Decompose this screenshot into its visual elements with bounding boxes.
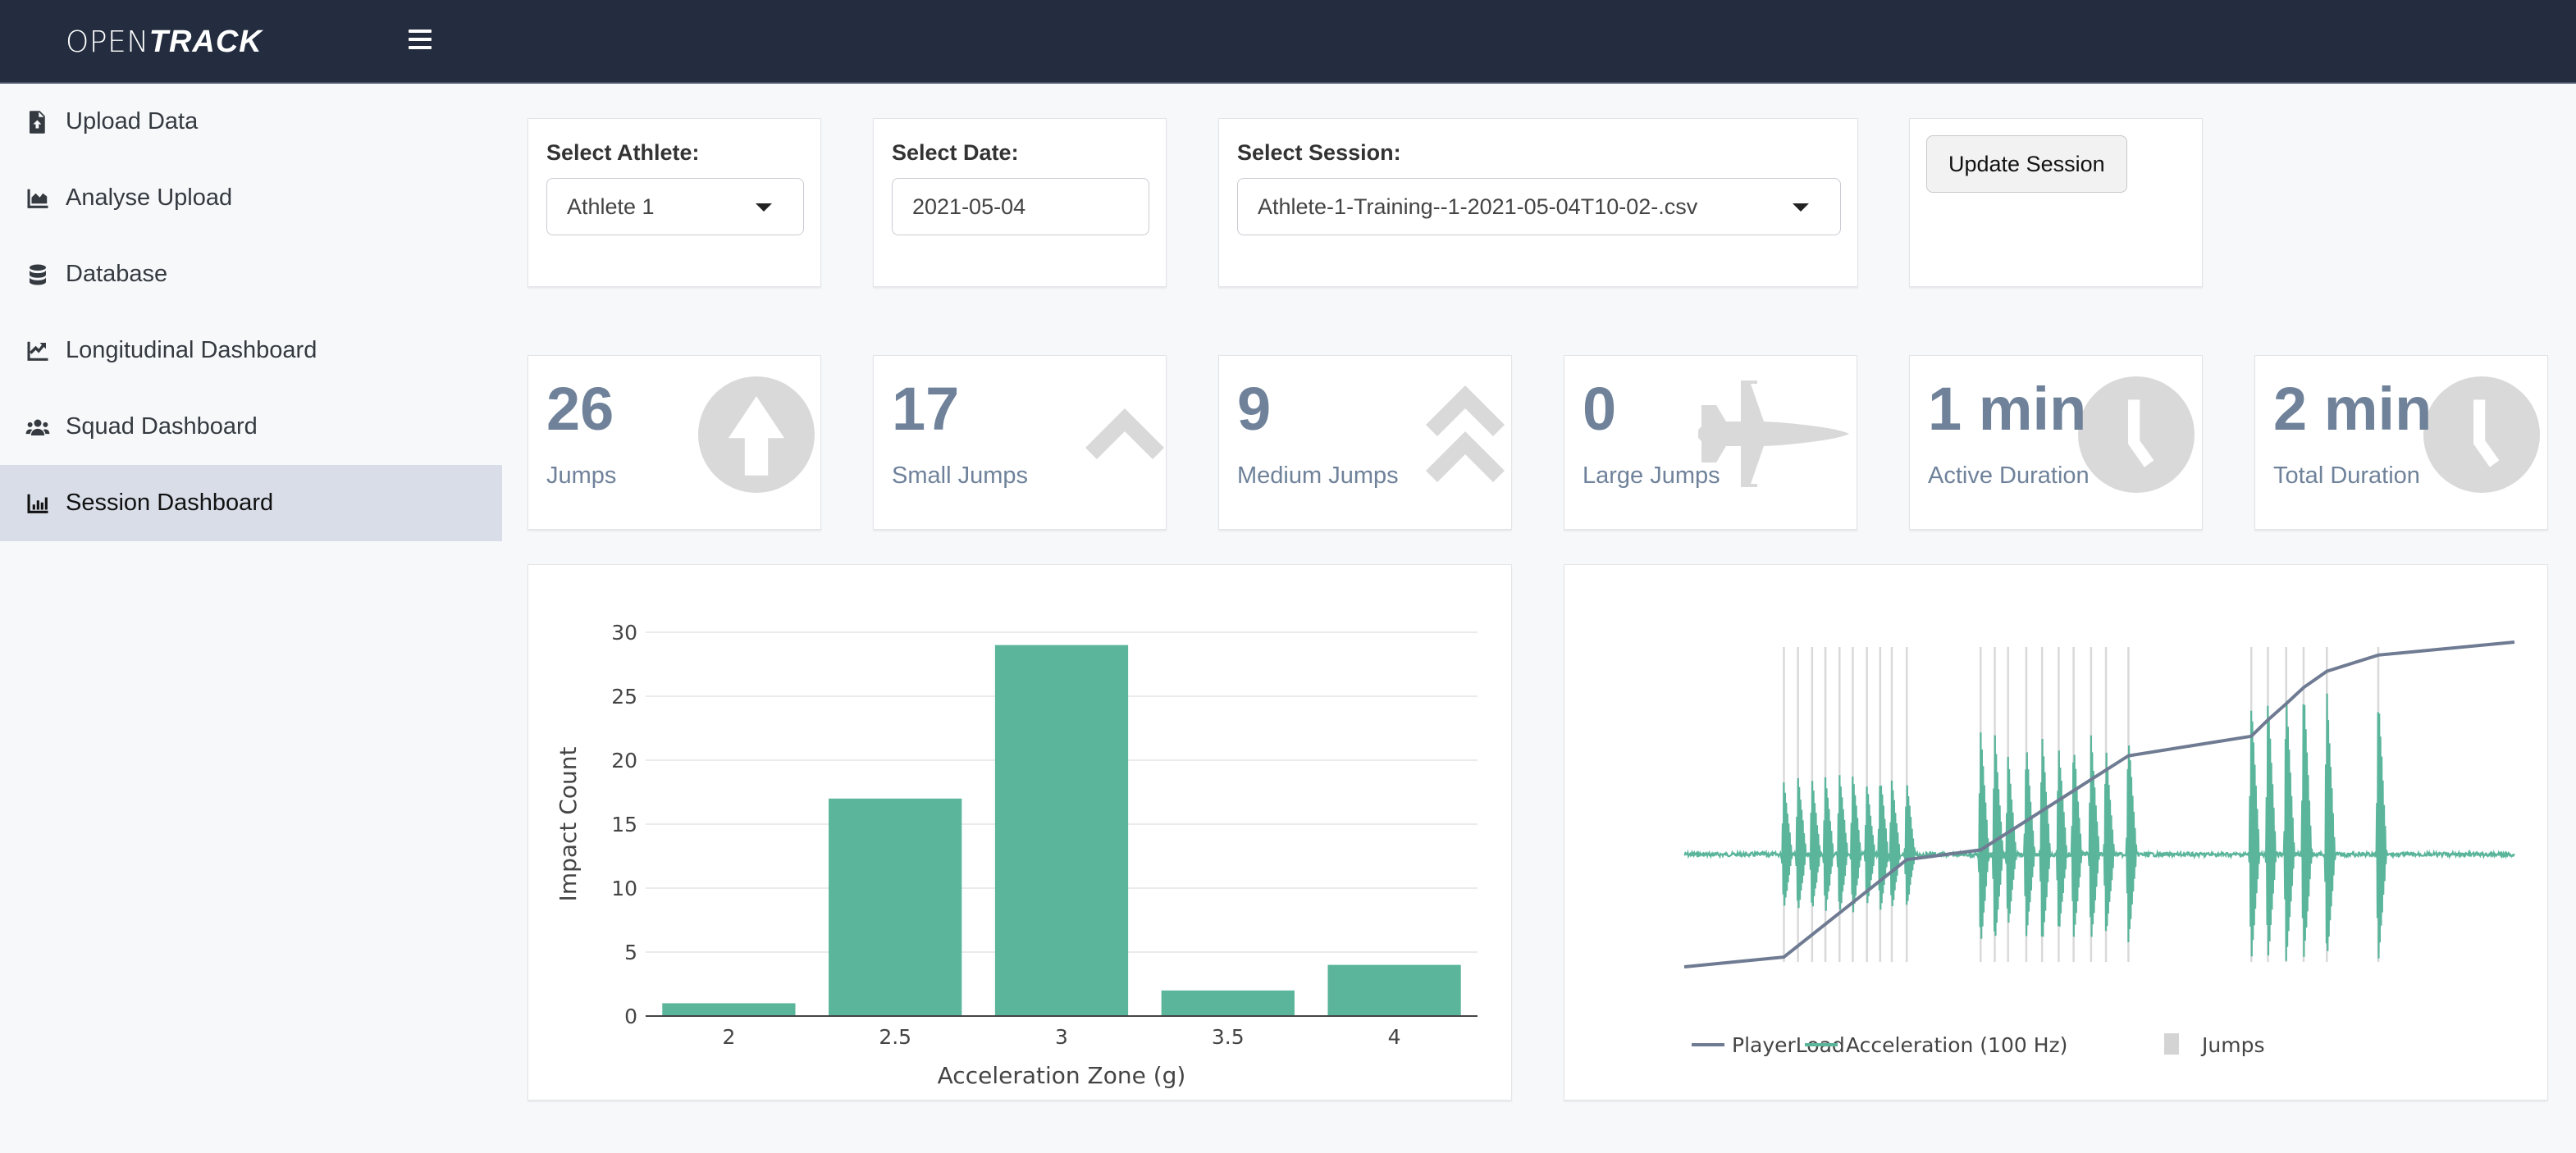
athlete-select-value: Athlete 1	[567, 194, 655, 219]
small-jumps-label: Small Jumps	[892, 463, 1028, 489]
update-session-button[interactable]: Update Session	[1926, 135, 2127, 193]
y-tick-label: 15	[611, 813, 637, 836]
impact-zone-chart-card: 0 5 10 15 20 25 30 2 2.5 3 3.5 4 Impact Count Acce…	[528, 564, 1512, 1101]
medium-jumps-value: 9	[1237, 375, 1272, 443]
area-chart-icon	[25, 185, 51, 212]
sidebar-item-longitudinal-dashboard[interactable]: Longitudinal Dashboard	[0, 312, 502, 389]
large-jumps-value: 0	[1583, 375, 1617, 443]
session-select-label: Select Session:	[1237, 140, 1401, 165]
active-duration-label: Active Duration	[1928, 463, 2090, 489]
double-chevron-up-icon	[1426, 385, 1505, 484]
y-axis-title: Impact Count	[555, 747, 582, 902]
hamburger-icon[interactable]	[409, 30, 432, 51]
x-tick-label: 3.5	[1212, 1025, 1245, 1049]
date-input-label: Select Date:	[892, 140, 1019, 165]
chart-legend: PlayerLoad Acceleration (100 Hz) Jumps	[1692, 1033, 2264, 1057]
value-box-active-duration: 1 min Active Duration	[1909, 355, 2203, 530]
bar[interactable]	[829, 798, 962, 1016]
sidebar-item-label: Database	[66, 261, 168, 287]
large-jumps-label: Large Jumps	[1583, 463, 1720, 489]
y-tick-label: 5	[624, 941, 637, 964]
bar[interactable]	[994, 645, 1129, 1016]
sidebar-item-session-dashboard[interactable]: Session Dashboard	[0, 465, 502, 541]
small-jumps-value: 17	[892, 375, 960, 443]
date-input[interactable]	[892, 178, 1149, 235]
sidebar-item-label: Session Dashboard	[66, 490, 274, 516]
users-icon	[25, 414, 51, 440]
value-box-large-jumps: 0 Large Jumps	[1564, 355, 1857, 530]
line-chart-icon	[25, 338, 51, 364]
brand-logo-track: TRACK	[148, 25, 263, 59]
athlete-select[interactable]: Athlete 1	[546, 178, 804, 235]
total-duration-label: Total Duration	[2273, 463, 2420, 489]
database-icon	[25, 262, 51, 288]
top-navbar: OPEN TRACK	[0, 0, 2576, 84]
bar[interactable]	[1327, 964, 1461, 1016]
chevron-down-icon	[756, 203, 772, 212]
value-box-jumps: 26 Jumps	[528, 355, 821, 530]
file-upload-icon	[25, 109, 51, 135]
x-axis-title: Acceleration Zone (g)	[938, 1062, 1186, 1089]
brand-logo[interactable]: OPEN TRACK	[66, 25, 263, 61]
session-select-value: Athlete-1-Training--1-2021-05-04T10-02-.…	[1258, 194, 1698, 219]
x-tick-label: 3	[1055, 1025, 1068, 1049]
active-duration-value: 1 min	[1928, 375, 2087, 443]
x-tick-label: 4	[1388, 1025, 1401, 1049]
fighter-jet-icon	[1698, 381, 1849, 487]
sidebar-item-label: Squad Dashboard	[66, 413, 258, 440]
arrow-circle-up-icon	[698, 376, 815, 493]
y-tick-label: 10	[611, 877, 637, 900]
value-box-small-jumps: 17 Small Jumps	[873, 355, 1167, 530]
jumps-value: 26	[546, 375, 614, 443]
sidebar-item-squad-dashboard[interactable]: Squad Dashboard	[0, 389, 502, 465]
total-duration-value: 2 min	[2273, 375, 2432, 443]
y-tick-label: 0	[624, 1005, 637, 1028]
sidebar-item-database[interactable]: Database	[0, 236, 502, 312]
clock-icon	[2078, 376, 2195, 493]
bar[interactable]	[662, 1003, 796, 1016]
legend-jumps-label[interactable]: Jumps	[2200, 1033, 2264, 1057]
session-trace-line-chart: PlayerLoad Acceleration (100 Hz) Jumps	[1683, 640, 2515, 1057]
bar-chart-icon	[25, 490, 51, 517]
update-session-card: Update Session	[1909, 118, 2203, 287]
clock-icon	[2423, 376, 2540, 493]
y-tick-label: 30	[611, 621, 637, 645]
jumps-label: Jumps	[546, 463, 617, 489]
athlete-select-label: Select Athlete:	[546, 140, 700, 165]
session-trace-chart-card: PlayerLoad Acceleration (100 Hz) Jumps	[1564, 564, 2548, 1101]
session-filter-card: Select Session: Athlete-1-Training--1-20…	[1218, 118, 1858, 287]
bar[interactable]	[1161, 990, 1295, 1016]
value-box-medium-jumps: 9 Medium Jumps	[1218, 355, 1512, 530]
session-select[interactable]: Athlete-1-Training--1-2021-05-04T10-02-.…	[1237, 178, 1841, 235]
sidebar-item-label: Analyse Upload	[66, 185, 233, 211]
medium-jumps-label: Medium Jumps	[1237, 463, 1399, 489]
date-filter-card: Select Date:	[873, 118, 1167, 287]
acceleration-series	[1683, 693, 2515, 961]
sidebar-item-upload-data[interactable]: Upload Data	[0, 84, 502, 160]
chevron-up-icon	[1085, 408, 1164, 459]
sidebar: Upload Data Analyse Upload Database Long…	[0, 84, 502, 1153]
chevron-down-icon	[1793, 203, 1809, 212]
sidebar-item-analyse-upload[interactable]: Analyse Upload	[0, 160, 502, 236]
sidebar-item-label: Upload Data	[66, 108, 199, 134]
brand-logo-open: OPEN	[66, 25, 149, 59]
impact-zone-bar-chart: 0 5 10 15 20 25 30 2 2.5 3 3.5 4 Impact Count Acce…	[555, 621, 1478, 1089]
legend-acceleration-label[interactable]: Acceleration (100 Hz)	[1846, 1033, 2067, 1057]
value-box-total-duration: 2 min Total Duration	[2254, 355, 2548, 530]
x-tick-label: 2.5	[879, 1025, 911, 1049]
y-tick-label: 20	[611, 749, 637, 772]
playerload-series	[1683, 640, 2515, 968]
x-tick-label: 2	[722, 1025, 735, 1049]
sidebar-item-label: Longitudinal Dashboard	[66, 337, 317, 363]
y-tick-label: 25	[611, 685, 637, 709]
athlete-filter-card: Select Athlete: Athlete 1	[528, 118, 821, 287]
legend-jumps-swatch	[2164, 1033, 2179, 1055]
